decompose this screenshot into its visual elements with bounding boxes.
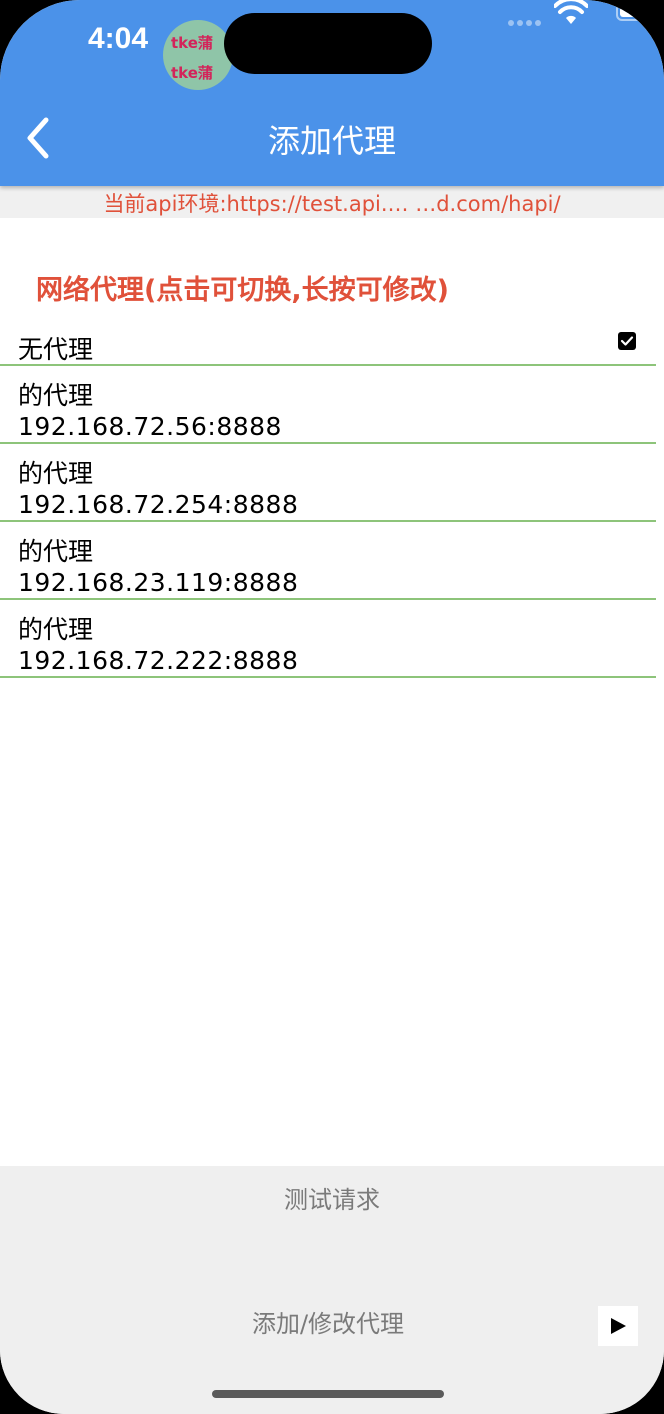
app-bar: 4:04 tke蒲 tke蒲 添加代理 (0, 0, 664, 186)
battery-tip (656, 9, 659, 16)
proxy-item[interactable]: 的代理 192.168.72.254:8888 (0, 444, 656, 522)
bottom-panel: 测试请求 添加/修改代理 (0, 1166, 664, 1414)
proxy-item[interactable]: 的代理 192.168.72.56:8888 (0, 366, 656, 444)
environment-banner: 当前api环境:https://test.api.… …d.com/hapi/ (0, 186, 664, 218)
play-button[interactable] (598, 1306, 638, 1346)
status-time: 4:04 (88, 22, 149, 55)
dynamic-island (224, 13, 432, 74)
proxy-name: 的代理 (18, 615, 94, 644)
proxy-item-none[interactable]: 无代理 (0, 326, 656, 366)
checkbox-checked-icon[interactable] (618, 332, 636, 350)
play-icon (611, 1318, 626, 1334)
overlay-text: tke蒲 (171, 64, 213, 82)
floating-overlay-badge[interactable]: tke蒲 tke蒲 (163, 20, 233, 90)
proxy-list: 无代理 的代理 192.168.72.56:8888 的代理 192.168.7… (0, 326, 656, 678)
proxy-name: 的代理 (18, 381, 94, 410)
proxy-name: 无代理 (18, 335, 94, 364)
proxy-item[interactable]: 的代理 192.168.72.222:8888 (0, 600, 656, 678)
home-indicator[interactable] (212, 1390, 444, 1398)
proxy-address: 192.168.72.56:8888 (18, 412, 282, 441)
phone-screen: 4:04 tke蒲 tke蒲 添加代理 当前api环境:https://test… (0, 0, 664, 1414)
overlay-text: tke蒲 (171, 34, 213, 52)
signal-dots-icon (508, 11, 548, 26)
add-edit-proxy-button[interactable]: 添加/修改代理 (0, 1302, 656, 1346)
proxy-address: 192.168.72.254:8888 (18, 490, 299, 519)
environment-text: 当前api环境:https://test.api.… …d.com/hapi/ (103, 192, 561, 216)
proxy-address: 192.168.23.119:8888 (18, 568, 299, 597)
section-title: 网络代理(点击可切换,长按可修改) (36, 275, 449, 306)
proxy-item[interactable]: 的代理 192.168.23.119:8888 (0, 522, 656, 600)
proxy-address: 192.168.72.222:8888 (18, 646, 299, 675)
test-request-button[interactable]: 测试请求 (0, 1178, 664, 1222)
page-title: 添加代理 (267, 122, 396, 160)
battery-icon (616, 3, 654, 21)
proxy-name: 的代理 (18, 537, 94, 566)
wifi-icon (553, 0, 589, 26)
proxy-name: 的代理 (18, 459, 94, 488)
